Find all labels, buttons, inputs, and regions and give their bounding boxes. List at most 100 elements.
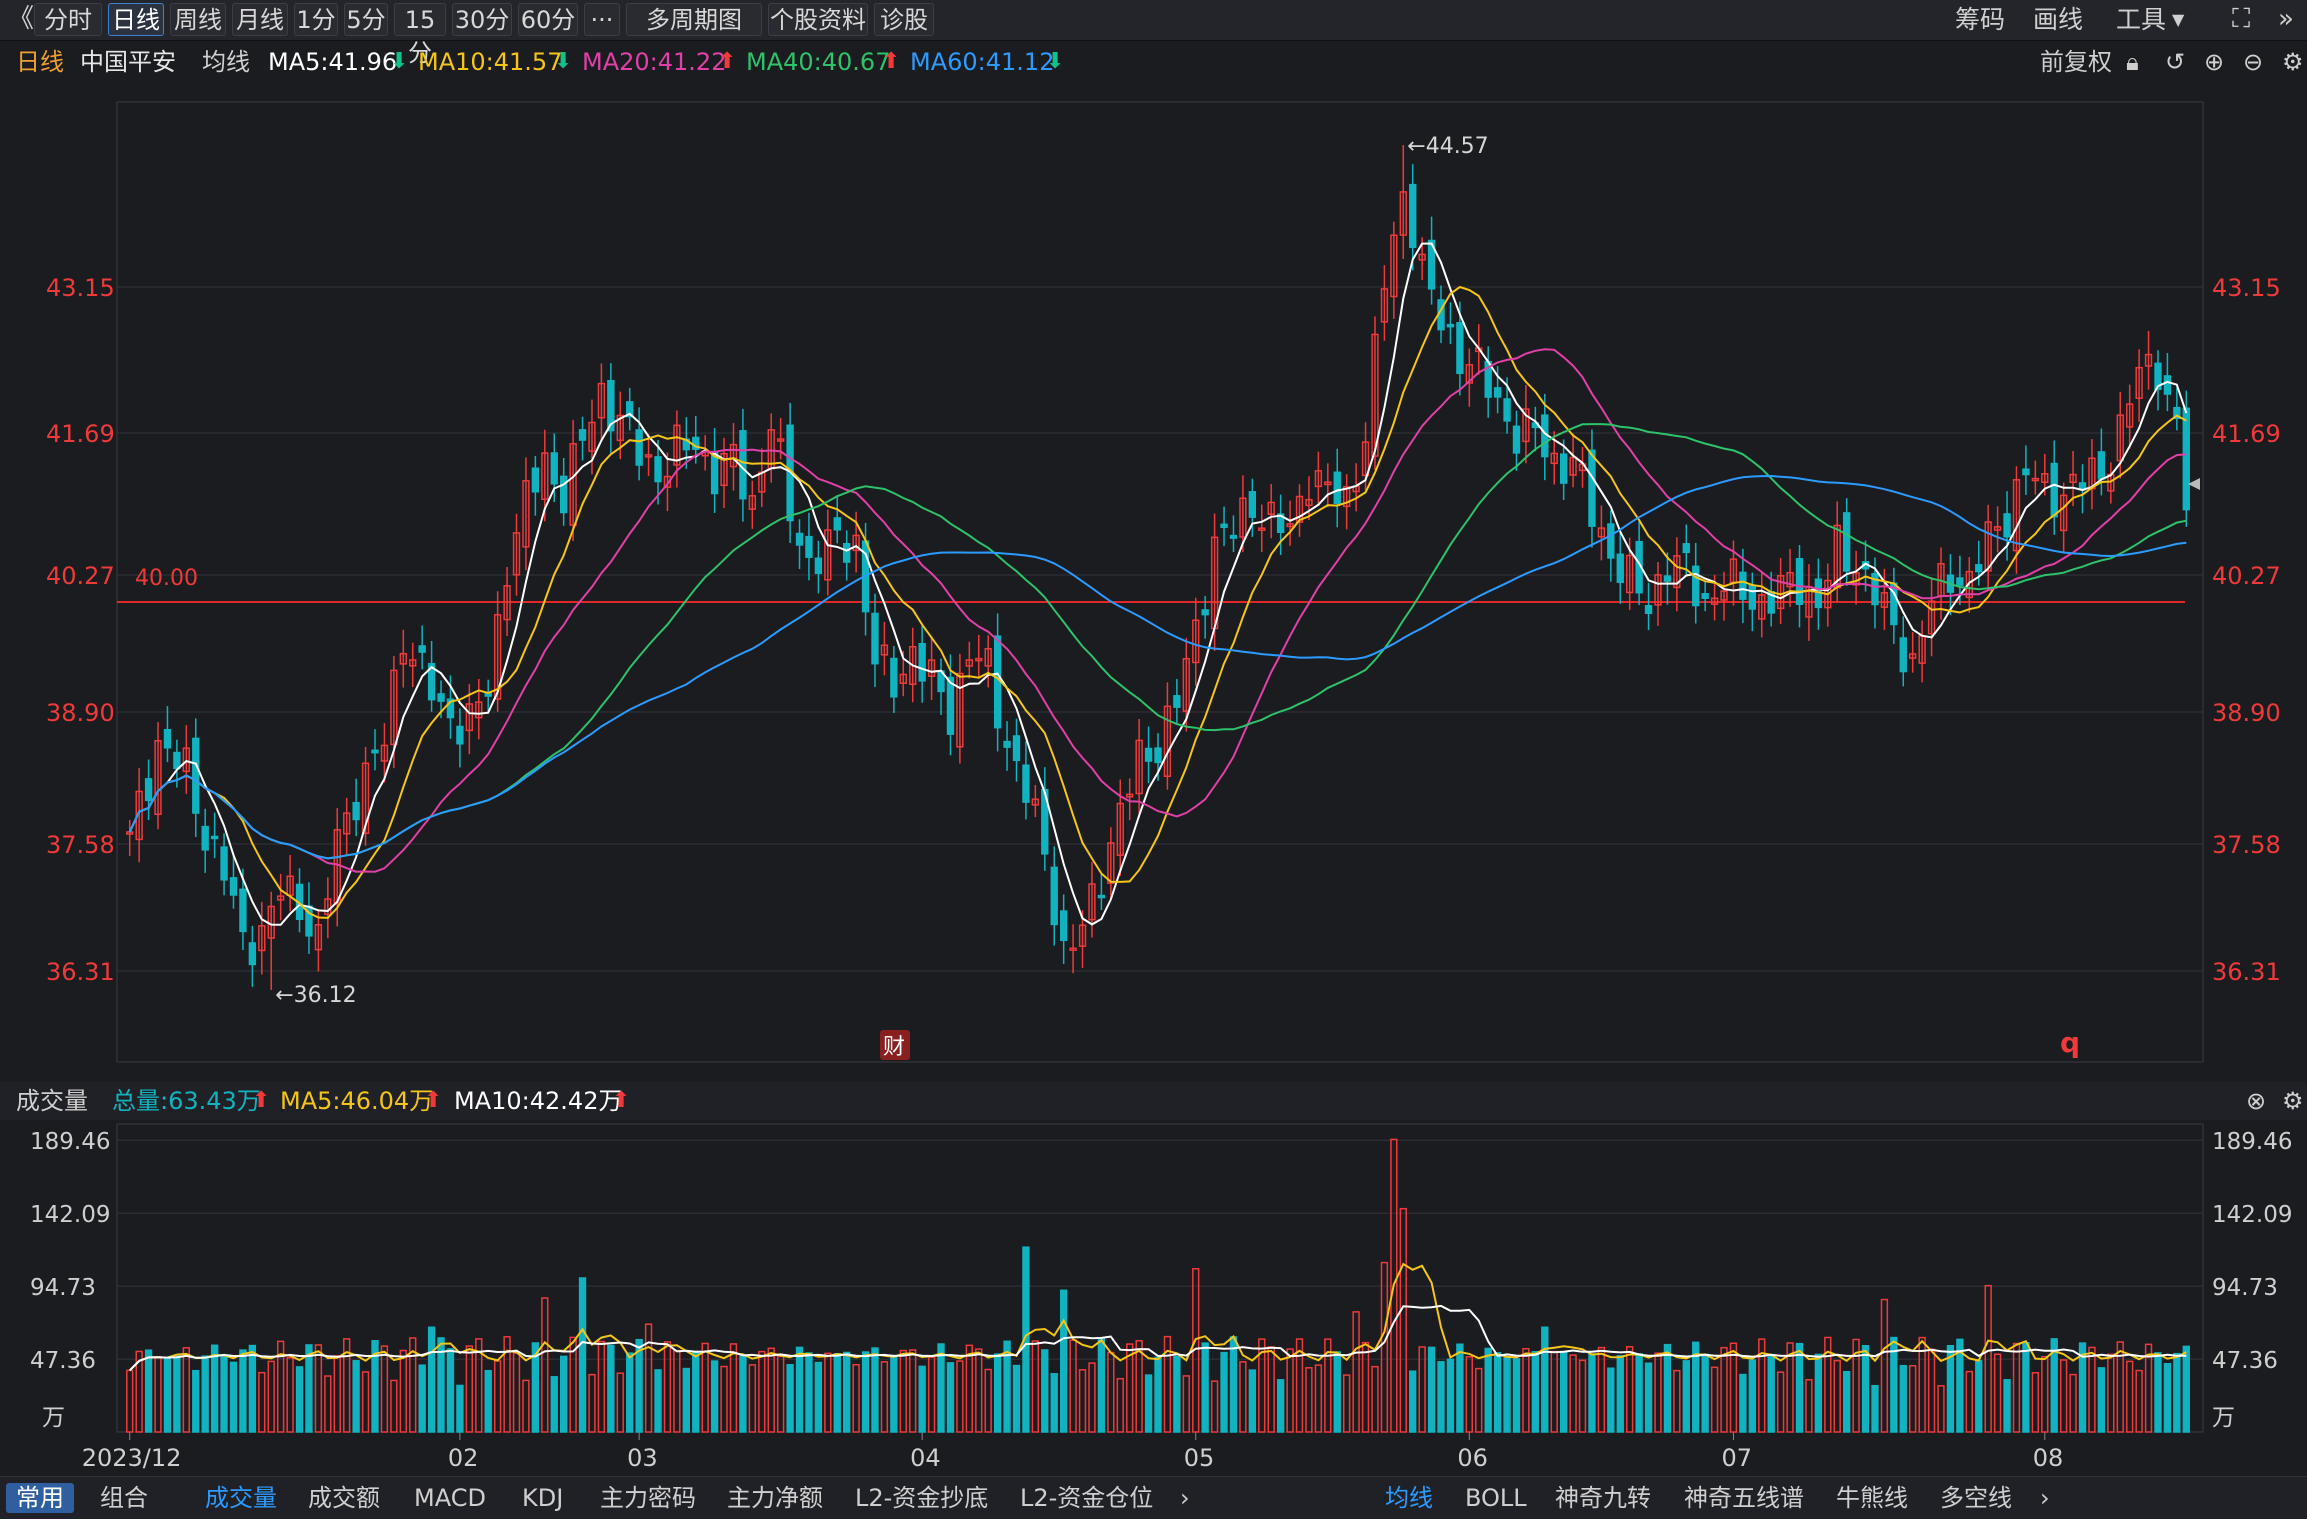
x-tick-label: 07 — [1721, 1444, 1752, 1472]
indicator-boll[interactable]: BOLL — [1465, 1477, 1527, 1519]
indicator-bull-bear[interactable]: 牛熊线 — [1836, 1477, 1908, 1519]
tab-common[interactable]: 常用 — [6, 1483, 74, 1513]
candle-body — [1418, 253, 1426, 261]
candle-body — [333, 829, 341, 904]
volume-bar — [1173, 1355, 1181, 1433]
tab-3[interactable]: 月线 — [232, 3, 288, 36]
volume-bar — [1116, 1377, 1124, 1433]
candle-body — [946, 676, 955, 735]
volume-bar — [2182, 1345, 2190, 1433]
tools-button[interactable]: 工具 — [2116, 3, 2166, 36]
candle-body — [446, 698, 455, 719]
tab-9[interactable]: ··· — [584, 3, 620, 36]
tab-group[interactable]: 组合 — [100, 1477, 148, 1519]
indicator-volume[interactable]: 成交量 — [205, 1477, 277, 1519]
price-tick-left: 37.58 — [46, 831, 115, 859]
indicator-main-net[interactable]: 主力净额 — [727, 1477, 823, 1519]
ma20-line — [128, 348, 2187, 873]
stock-name[interactable]: 中国平安 — [80, 40, 176, 84]
indicator-staff[interactable]: 神奇五线谱 — [1684, 1477, 1804, 1519]
volume-bar — [1305, 1367, 1313, 1433]
settings-icon[interactable]: ⚙ — [2282, 1082, 2304, 1120]
candle-body — [1512, 425, 1521, 454]
price-tick-left: 38.90 — [46, 699, 115, 727]
volume-bar — [1503, 1357, 1511, 1433]
candle-body — [427, 662, 436, 701]
indicator-ma[interactable]: 均线 — [1385, 1477, 1433, 1519]
volume-bar — [1078, 1369, 1087, 1433]
candle-body — [1163, 705, 1172, 777]
chevron-right-icon[interactable]: › — [1180, 1477, 1190, 1519]
drawing-button[interactable]: 画线 — [2033, 3, 2083, 36]
candle-body — [1842, 512, 1851, 572]
adjust-mode[interactable]: 前复权 — [2040, 40, 2112, 84]
candle-body — [795, 532, 804, 546]
tab-0[interactable]: 分时 — [34, 3, 102, 36]
candle-body — [1550, 452, 1558, 465]
indicator-main-code[interactable]: 主力密码 — [600, 1477, 696, 1519]
tab-10[interactable]: 多周期图 — [626, 3, 762, 36]
volume-bar — [1541, 1326, 1549, 1433]
volume-bar — [1965, 1370, 1973, 1433]
candle-body — [550, 452, 558, 485]
double-chevron-right-icon[interactable]: » — [2278, 3, 2294, 36]
candle-body — [1314, 470, 1323, 488]
close-icon[interactable]: ⊗ — [2246, 1082, 2266, 1120]
indicator-l2-position[interactable]: L2-资金仓位 — [1020, 1477, 1153, 1519]
candle-body — [352, 802, 360, 821]
chip-distribution-button[interactable]: 筹码 — [1955, 3, 2005, 36]
volume-bar — [2050, 1338, 2058, 1433]
double-chevron-left-icon[interactable]: 《 — [8, 3, 34, 36]
settings-icon[interactable]: ⚙ — [2282, 40, 2304, 84]
volume-bar — [814, 1361, 823, 1433]
volume-bar — [1578, 1359, 1587, 1433]
indicator-td9[interactable]: 神奇九转 — [1555, 1477, 1651, 1519]
volume-bar — [871, 1347, 879, 1433]
volume-bar — [1154, 1356, 1162, 1433]
tab-4[interactable]: 1分 — [294, 3, 338, 36]
candle-body — [861, 540, 870, 613]
candle-body — [1720, 590, 1728, 601]
zoom-out-icon[interactable]: ⊖ — [2243, 40, 2263, 84]
lock-icon[interactable]: 🔒︎ — [2126, 40, 2139, 84]
tab-12[interactable]: 诊股 — [874, 3, 934, 36]
zoom-in-icon[interactable]: ⊕ — [2204, 40, 2224, 84]
indicator-amount[interactable]: 成交额 — [308, 1477, 380, 1519]
ma-type-label[interactable]: 均线 — [202, 40, 250, 84]
candle-body — [843, 542, 851, 563]
tab-5[interactable]: 5分 — [344, 3, 388, 36]
high-annotation: ←44.57 — [1407, 134, 1488, 159]
tab-6[interactable]: 15分 — [394, 3, 446, 67]
candle-body — [720, 452, 728, 487]
tab-8[interactable]: 60分 — [518, 3, 578, 36]
indicator-macd[interactable]: MACD — [414, 1477, 486, 1519]
volume-bar — [427, 1326, 436, 1433]
undo-icon[interactable]: ↺ — [2165, 40, 2185, 84]
tab-7[interactable]: 30分 — [452, 3, 512, 36]
volume-bar — [220, 1355, 228, 1433]
candle-body — [927, 659, 936, 677]
candle-body — [2069, 473, 2077, 483]
volume-bar — [343, 1338, 351, 1433]
fullscreen-icon[interactable]: ⛶ — [2232, 3, 2250, 36]
tab-2[interactable]: 周线 — [170, 3, 226, 36]
volume-bar — [578, 1277, 587, 1433]
volume-bar — [1418, 1346, 1426, 1433]
ma-legend-bar: 日线 中国平安 均线 MA5:41.96 ⬇ MA10:41.57 ⬇ MA20… — [0, 40, 2307, 84]
volume-bar — [1012, 1364, 1021, 1433]
indicator-long-short[interactable]: 多空线 — [1940, 1477, 2012, 1519]
tab-1[interactable]: 日线 — [108, 3, 164, 36]
candle-body — [1880, 592, 1889, 608]
chevron-right-icon[interactable]: › — [2040, 1477, 2050, 1519]
candle-body — [1541, 414, 1549, 458]
indicator-kdj[interactable]: KDJ — [522, 1477, 563, 1519]
volume-bar — [626, 1352, 634, 1433]
volume-bar — [795, 1346, 804, 1433]
indicator-l2-bottom[interactable]: L2-资金抄底 — [855, 1477, 988, 1519]
volume-bar — [182, 1347, 190, 1433]
volume-bar — [456, 1384, 464, 1433]
tab-11[interactable]: 个股资料 — [768, 3, 868, 36]
candle-body — [1324, 481, 1332, 486]
candle-body — [871, 612, 879, 665]
candle-body — [2097, 451, 2106, 480]
